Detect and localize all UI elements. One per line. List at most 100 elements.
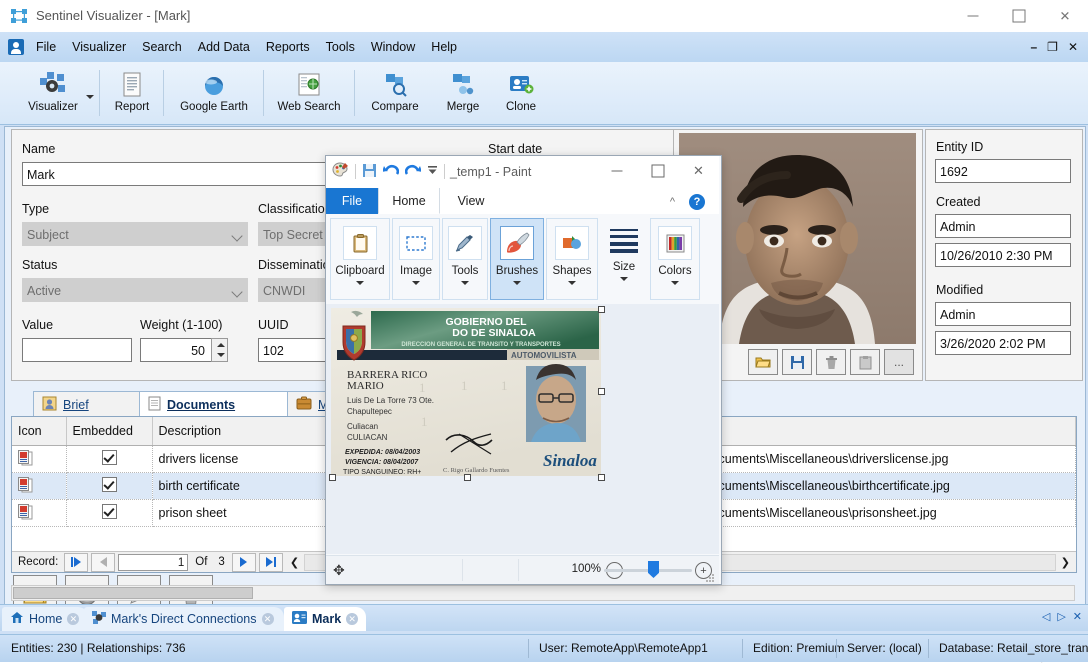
document-restore-button[interactable]: ❐ — [1047, 40, 1058, 54]
record-current-input[interactable]: 1 — [118, 554, 188, 571]
document-minimize-button[interactable]: – — [1030, 40, 1037, 54]
menu-item-window[interactable]: Window — [363, 37, 423, 57]
close-icon[interactable]: ✕ — [67, 613, 79, 625]
checkbox-checked-icon[interactable] — [102, 450, 117, 465]
paint-group-colors[interactable]: Colors — [650, 218, 700, 300]
window-minimize-button[interactable] — [950, 0, 996, 31]
selection-handle[interactable] — [329, 474, 336, 481]
menu-item-tools[interactable]: Tools — [318, 37, 363, 57]
more-photo-button[interactable]: ... — [884, 349, 914, 375]
tab-scroll-left-icon[interactable]: ◁ — [1042, 610, 1050, 623]
record-scroll-right-icon[interactable]: ❯ — [1061, 556, 1070, 569]
tab-close-all-icon[interactable]: ✕ — [1073, 610, 1082, 623]
chevron-down-icon[interactable] — [356, 281, 364, 285]
record-next-button[interactable] — [232, 553, 256, 572]
zoom-slider-thumb[interactable] — [648, 561, 659, 578]
toolbar-button-google-earth[interactable]: Google Earth — [168, 64, 260, 122]
chevron-down-icon[interactable] — [671, 281, 679, 285]
paint-minimize-button[interactable] — [596, 156, 637, 186]
help-icon[interactable]: ? — [689, 194, 705, 210]
toolbar-button-visualizer[interactable]: Visualizer — [14, 64, 92, 122]
chevron-down-icon[interactable] — [568, 281, 576, 285]
record-scroll-left-icon[interactable]: ❮ — [290, 556, 299, 569]
chevron-down-icon[interactable] — [513, 281, 521, 285]
tab-documents[interactable]: Documents — [139, 391, 289, 417]
toolbar-button-merge[interactable]: Merge — [434, 64, 492, 122]
paint-group-brushes[interactable]: Brushes — [490, 218, 544, 300]
close-icon[interactable]: ✕ — [346, 613, 358, 625]
selection-handle[interactable] — [598, 388, 605, 395]
paint-group-size[interactable]: Size — [600, 218, 648, 300]
paint-group-image[interactable]: Image — [392, 218, 440, 300]
paint-palette-icon[interactable] — [332, 162, 349, 181]
checkbox-checked-icon[interactable] — [102, 477, 117, 492]
selection-handle[interactable] — [598, 474, 605, 481]
cell-embedded[interactable] — [66, 446, 152, 473]
toolbar-button-report[interactable]: Report — [104, 64, 160, 122]
menu-item-file[interactable]: File — [28, 37, 64, 57]
redo-icon[interactable] — [405, 163, 421, 180]
toolbar-button-web-search[interactable]: Web Search — [268, 64, 350, 122]
paint-tab-view[interactable]: View — [440, 188, 502, 214]
tab-brief[interactable]: Brief — [33, 391, 141, 417]
customize-qat-icon[interactable] — [427, 165, 438, 179]
paint-group-tools[interactable]: Tools — [442, 218, 488, 300]
doc-tab-home[interactable]: Home ✕ — [2, 607, 88, 631]
paste-photo-button[interactable] — [850, 349, 880, 375]
resize-grip-icon[interactable] — [706, 572, 715, 581]
close-icon[interactable]: ✕ — [262, 613, 274, 625]
modified-date-value[interactable]: 3/26/2020 2:02 PM — [935, 331, 1071, 355]
toolbar-button-compare[interactable]: Compare — [358, 64, 432, 122]
paint-canvas[interactable]: GOBIERNO DEL DO DE SINALOA DIRECCION GEN… — [331, 308, 601, 476]
chevron-up-icon[interactable]: ^ — [670, 196, 675, 208]
created-date-value[interactable]: 10/26/2010 2:30 PM — [935, 243, 1071, 267]
chevron-down-icon[interactable] — [461, 281, 469, 285]
toolbar-button-clone[interactable]: Clone — [494, 64, 548, 122]
cell-embedded[interactable] — [66, 500, 152, 527]
menu-item-reports[interactable]: Reports — [258, 37, 318, 57]
created-by-value[interactable]: Admin — [935, 214, 1071, 238]
weight-spinner[interactable] — [211, 338, 228, 362]
window-maximize-button[interactable] — [996, 0, 1042, 31]
paint-close-button[interactable]: ✕ — [678, 156, 719, 186]
selection-handle[interactable] — [464, 474, 471, 481]
paint-group-clipboard[interactable]: Clipboard — [330, 218, 390, 300]
doc-tab-mark[interactable]: Mark ✕ — [284, 607, 366, 631]
paint-tab-file[interactable]: File — [326, 188, 378, 214]
save-photo-button[interactable] — [782, 349, 812, 375]
modified-by-value[interactable]: Admin — [935, 302, 1071, 326]
entity-id-value[interactable]: 1692 — [935, 159, 1071, 183]
record-prev-button[interactable] — [91, 553, 115, 572]
cell-embedded[interactable] — [66, 473, 152, 500]
menu-item-search[interactable]: Search — [134, 37, 190, 57]
document-close-button[interactable]: ✕ — [1068, 40, 1078, 54]
save-icon[interactable] — [362, 163, 377, 181]
delete-photo-button[interactable] — [816, 349, 846, 375]
window-close-button[interactable]: ✕ — [1042, 0, 1088, 31]
doc-tab-marks-direct-connections[interactable]: Mark's Direct Connections ✕ — [84, 607, 284, 631]
chevron-down-icon[interactable] — [86, 95, 94, 99]
value-input[interactable] — [22, 338, 132, 362]
menu-item-help[interactable]: Help — [423, 37, 465, 57]
column-header-embedded[interactable]: Embedded — [66, 417, 152, 446]
type-select[interactable]: Subject — [22, 222, 248, 246]
paint-maximize-button[interactable] — [637, 156, 678, 186]
content-horizontal-scrollbar[interactable] — [11, 585, 1075, 601]
undo-icon[interactable] — [383, 163, 399, 180]
chevron-down-icon[interactable] — [620, 277, 628, 281]
status-select[interactable]: Active — [22, 278, 248, 302]
selection-handle[interactable] — [598, 306, 605, 313]
checkbox-checked-icon[interactable] — [102, 504, 117, 519]
paint-group-shapes[interactable]: Shapes — [546, 218, 598, 300]
column-header-file[interactable] — [712, 417, 1076, 446]
tab-scroll-right-icon[interactable]: ▷ — [1057, 610, 1065, 623]
record-last-button[interactable] — [259, 553, 283, 572]
paint-tab-home[interactable]: Home — [378, 188, 440, 214]
menu-item-add-data[interactable]: Add Data — [190, 37, 258, 57]
chevron-down-icon[interactable] — [412, 281, 420, 285]
menu-item-visualizer[interactable]: Visualizer — [64, 37, 134, 57]
open-photo-button[interactable] — [748, 349, 778, 375]
column-header-icon[interactable]: Icon — [12, 417, 66, 446]
scrollbar-thumb[interactable] — [13, 587, 253, 599]
record-first-button[interactable] — [64, 553, 88, 572]
